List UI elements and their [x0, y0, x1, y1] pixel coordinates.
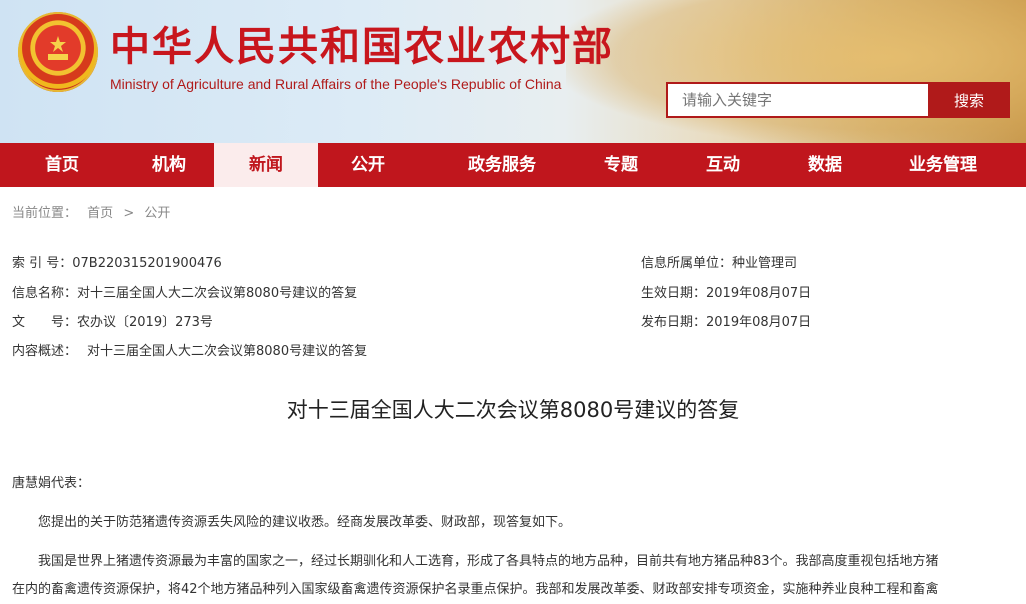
meta-info-name-label: 信息名称：	[12, 286, 78, 301]
nav-item-topics[interactable]: 专题	[586, 143, 656, 187]
meta-index-no: 索 引 号：07B220315201900476	[12, 252, 222, 271]
breadcrumb: 当前位置： 首页 > 公开	[12, 202, 176, 221]
header-banner: 中华人民共和国农业农村部 Ministry of Agriculture and…	[0, 0, 1026, 143]
nav-item-business[interactable]: 业务管理	[860, 143, 1026, 187]
breadcrumb-label: 当前位置：	[12, 206, 78, 221]
nav-item-services[interactable]: 政务服务	[418, 143, 586, 187]
nav-item-news[interactable]: 新闻	[214, 143, 318, 187]
nav-item-organization[interactable]: 机构	[124, 143, 214, 187]
article-title: 对十三届全国人大二次会议第8080号建议的答复	[286, 398, 740, 422]
meta-dept-label: 信息所属单位：	[641, 256, 733, 271]
meta-summary: 内容概述： 对十三届全国人大二次会议第8080号建议的答复	[12, 340, 367, 359]
search-input[interactable]	[666, 82, 928, 118]
site-title-en: Ministry of Agriculture and Rural Affair…	[110, 76, 562, 92]
meta-publish-date: 发布日期：2019年08月07日	[641, 311, 811, 330]
meta-index-no-value: 07B220315201900476	[72, 256, 222, 271]
meta-effective-value: 2019年08月07日	[706, 286, 812, 301]
breadcrumb-separator: >	[123, 206, 135, 221]
national-emblem-icon	[18, 12, 98, 92]
meta-publish-label: 发布日期：	[641, 315, 707, 330]
search-bar: 搜索	[666, 82, 1010, 118]
meta-doc-no-value: 农办议〔2019〕273号	[77, 315, 213, 330]
meta-dept-value: 种业管理司	[732, 256, 798, 271]
meta-summary-label: 内容概述：	[12, 344, 78, 359]
meta-publish-value: 2019年08月07日	[706, 315, 812, 330]
meta-effective-label: 生效日期：	[641, 286, 707, 301]
meta-dept: 信息所属单位：种业管理司	[641, 252, 797, 271]
meta-doc-no: 文 号：农办议〔2019〕273号	[12, 311, 213, 330]
nav-item-home[interactable]: 首页	[0, 143, 124, 187]
nav-item-data[interactable]: 数据	[790, 143, 860, 187]
meta-info-name-value: 对十三届全国人大二次会议第8080号建议的答复	[77, 286, 358, 301]
article-paragraph-1: 您提出的关于防范猪遗传资源丢失风险的建议收悉。经商发展改革委、财政部，现答复如下…	[38, 515, 572, 530]
meta-info-name: 信息名称：对十三届全国人大二次会议第8080号建议的答复	[12, 282, 357, 301]
nav-item-public[interactable]: 公开	[318, 143, 418, 187]
breadcrumb-home[interactable]: 首页	[87, 206, 113, 221]
site-title-cn[interactable]: 中华人民共和国农业农村部	[110, 14, 614, 72]
search-button[interactable]: 搜索	[928, 82, 1010, 118]
nav-item-interaction[interactable]: 互动	[656, 143, 790, 187]
main-nav: 首页 机构 新闻 公开 政务服务 专题 互动 数据 业务管理	[0, 143, 1026, 187]
article-paragraph-2-line-2: 在内的畜禽遗传资源保护，将42个地方猪品种列入国家级畜禽遗传资源保护名录重点保护…	[12, 582, 939, 597]
wheat-background	[566, 0, 1026, 143]
meta-summary-value: 对十三届全国人大二次会议第8080号建议的答复	[87, 344, 368, 359]
breadcrumb-current[interactable]: 公开	[144, 206, 170, 221]
meta-index-no-label: 索 引 号：	[12, 256, 73, 271]
meta-effective-date: 生效日期：2019年08月07日	[641, 282, 811, 301]
article-paragraph-2-line-1: 我国是世界上猪遗传资源最为丰富的国家之一，经过长期驯化和人工选育，形成了各具特点…	[38, 554, 939, 569]
article-greeting: 唐慧娟代表：	[12, 476, 91, 491]
meta-doc-no-label: 文 号：	[12, 315, 78, 330]
